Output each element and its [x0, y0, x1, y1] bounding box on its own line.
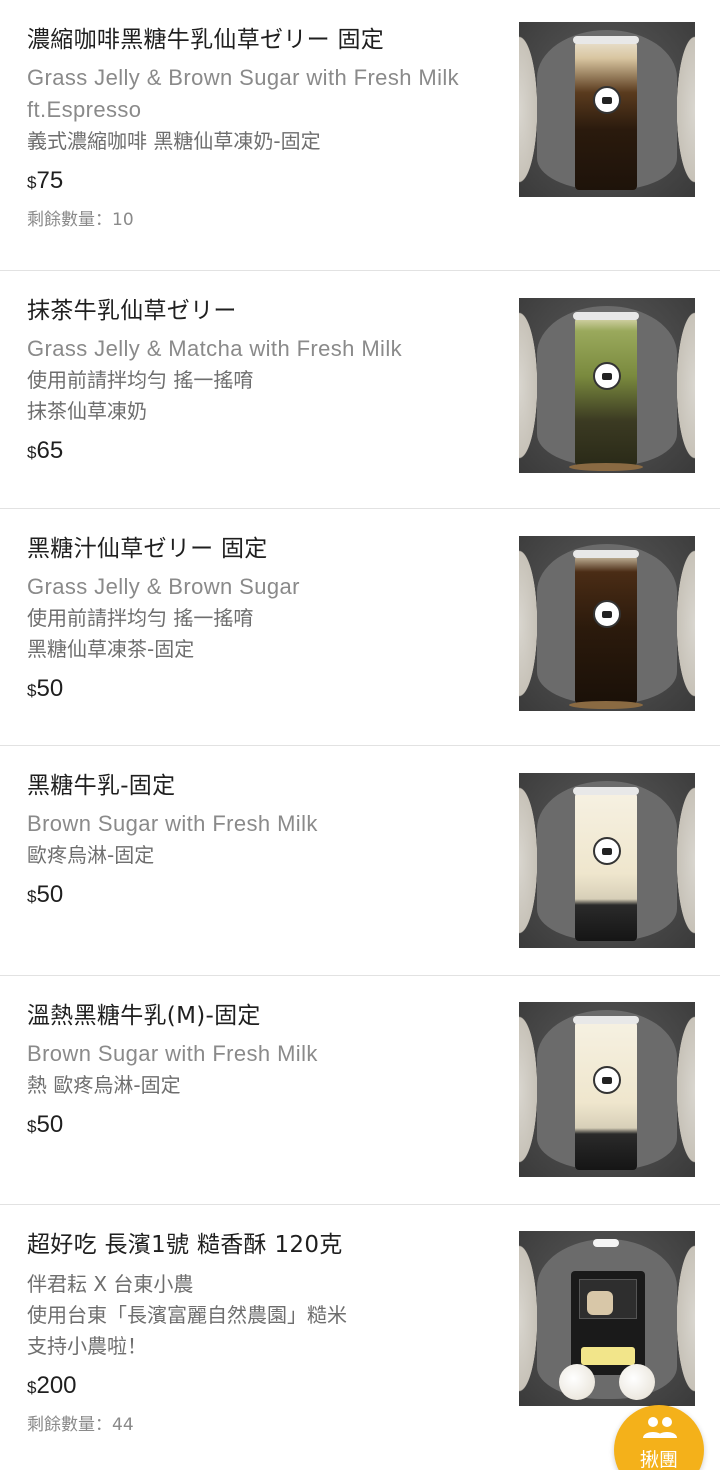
menu-item-text: 黑糖牛乳-固定 Brown Sugar with Fresh Milk 歐疼烏淋… — [27, 770, 497, 909]
snack-bag — [571, 1271, 645, 1375]
cotton-decoration — [619, 1364, 655, 1400]
cup-logo-icon — [593, 1066, 621, 1094]
coaster — [569, 701, 643, 709]
menu-item-text: 超好吃 長濱1號 糙香酥 120克 伴君耘 X 台東小農 使用台東「長濱富麗自然… — [27, 1229, 497, 1435]
cup-logo-icon — [593, 837, 621, 865]
item-price: $75 — [27, 167, 497, 195]
item-description: 伴君耘 X 台東小農 — [27, 1272, 194, 1296]
item-subtitle-en: Grass Jelly & Brown Sugar — [27, 574, 300, 599]
price-amount: 75 — [36, 167, 64, 194]
item-description: 支持小農啦！ — [27, 1334, 147, 1358]
menu-item-text: 濃縮咖啡黑糖牛乳仙草ゼリー 固定 Grass Jelly & Brown Sug… — [27, 24, 497, 230]
item-price: $50 — [27, 1111, 497, 1139]
item-title: 黑糖汁仙草ゼリー 固定 — [27, 536, 268, 562]
item-description: 義式濃縮咖啡 黑糖仙草凍奶-固定 — [27, 129, 321, 153]
item-photo[interactable] — [519, 536, 695, 711]
drink-cup — [573, 787, 639, 941]
drink-cup — [573, 312, 639, 466]
item-price: $65 — [27, 437, 497, 465]
item-subtitle-en: Brown Sugar with Fresh Milk — [27, 1041, 318, 1066]
item-price: $50 — [27, 675, 497, 703]
menu-item[interactable]: 抹茶牛乳仙草ゼリー Grass Jelly & Matcha with Fres… — [0, 271, 720, 509]
drink-cup — [573, 1016, 639, 1170]
price-amount: 50 — [36, 1111, 64, 1138]
menu-list: 濃縮咖啡黑糖牛乳仙草ゼリー 固定 Grass Jelly & Brown Sug… — [0, 0, 720, 1470]
group-order-label: 揪團 — [639, 1449, 678, 1470]
item-description: 使用前請拌均勻 搖一搖唷 — [27, 368, 254, 392]
price-amount: 50 — [36, 881, 64, 908]
price-amount: 200 — [36, 1372, 77, 1399]
item-price: $200 — [27, 1372, 497, 1400]
price-amount: 50 — [36, 675, 64, 702]
item-description: 抹茶仙草凍奶 — [27, 399, 147, 423]
spotlight — [593, 1239, 619, 1247]
item-photo[interactable] — [519, 773, 695, 948]
item-title: 溫熱黑糖牛乳(M)-固定 — [27, 1003, 261, 1029]
item-subtitle-en: Brown Sugar with Fresh Milk — [27, 811, 318, 836]
cup-logo-icon — [593, 362, 621, 390]
menu-item-text: 黑糖汁仙草ゼリー 固定 Grass Jelly & Brown Sugar 使用… — [27, 533, 497, 703]
menu-item-text: 抹茶牛乳仙草ゼリー Grass Jelly & Matcha with Fres… — [27, 295, 497, 465]
item-title: 超好吃 長濱1號 糙香酥 120克 — [27, 1232, 343, 1258]
cup-logo-icon — [593, 600, 621, 628]
cup-logo-icon — [593, 86, 621, 114]
remaining-quantity: 剩餘數量：44 — [27, 1415, 134, 1435]
item-photo[interactable] — [519, 22, 695, 197]
group-icon — [643, 1417, 677, 1438]
coaster — [569, 463, 643, 471]
menu-item[interactable]: 黑糖牛乳-固定 Brown Sugar with Fresh Milk 歐疼烏淋… — [0, 746, 720, 976]
menu-item[interactable]: 濃縮咖啡黑糖牛乳仙草ゼリー 固定 Grass Jelly & Brown Sug… — [0, 0, 720, 271]
remaining-quantity: 剩餘數量：10 — [27, 210, 134, 230]
item-description: 歐疼烏淋-固定 — [27, 843, 155, 867]
item-photo[interactable] — [519, 1231, 695, 1406]
drink-cup — [573, 550, 639, 704]
price-amount: 65 — [36, 437, 64, 464]
item-title: 濃縮咖啡黑糖牛乳仙草ゼリー 固定 — [27, 27, 385, 53]
item-title: 黑糖牛乳-固定 — [27, 773, 176, 799]
item-description: 熱 歐疼烏淋-固定 — [27, 1073, 181, 1097]
menu-item[interactable]: 溫熱黑糖牛乳(M)-固定 Brown Sugar with Fresh Milk… — [0, 976, 720, 1205]
menu-item[interactable]: 黑糖汁仙草ゼリー 固定 Grass Jelly & Brown Sugar 使用… — [0, 509, 720, 746]
item-photo[interactable] — [519, 1002, 695, 1177]
menu-item[interactable]: 超好吃 長濱1號 糙香酥 120克 伴君耘 X 台東小農 使用台東「長濱富麗自然… — [0, 1205, 720, 1470]
item-subtitle-en: Grass Jelly & Brown Sugar with Fresh Mil… — [27, 65, 460, 122]
drink-cup — [573, 36, 639, 190]
item-subtitle-en: Grass Jelly & Matcha with Fresh Milk — [27, 336, 403, 361]
item-price: $50 — [27, 881, 497, 909]
item-photo[interactable] — [519, 298, 695, 473]
item-title: 抹茶牛乳仙草ゼリー — [27, 298, 237, 324]
item-description: 使用台東「長濱富麗自然農園」糙米 — [27, 1303, 347, 1327]
item-description: 使用前請拌均勻 搖一搖唷 — [27, 606, 254, 630]
cotton-decoration — [559, 1364, 595, 1400]
item-description: 黑糖仙草凍茶-固定 — [27, 637, 195, 661]
menu-item-text: 溫熱黑糖牛乳(M)-固定 Brown Sugar with Fresh Milk… — [27, 1000, 497, 1139]
